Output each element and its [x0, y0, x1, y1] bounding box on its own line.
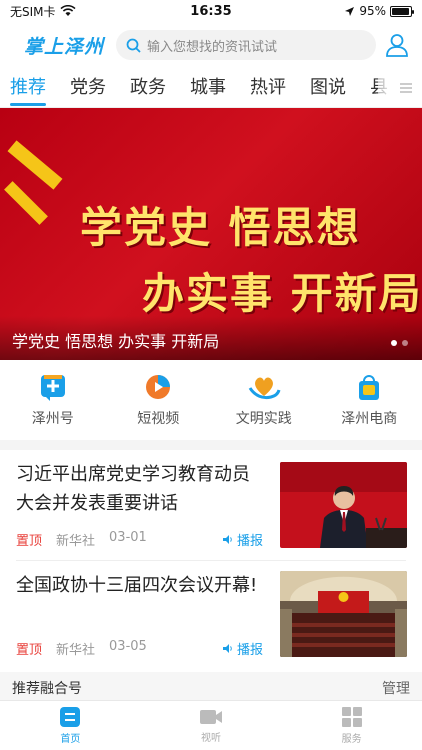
speaker-icon [223, 535, 232, 544]
nav-label: 首页 [60, 734, 81, 745]
grid-icon [341, 707, 362, 727]
quick-link-ecommerce[interactable]: 泽州电商 [317, 360, 422, 440]
banner-headline-2: 办实事 开新局 [142, 269, 422, 318]
quick-link-short-video[interactable]: 短视频 [106, 360, 212, 440]
tab-recommend[interactable]: 推荐 [10, 68, 46, 107]
listen-button[interactable]: 播报 [222, 639, 263, 658]
nav-services[interactable]: 服务 [281, 701, 422, 750]
news-source: 新华社 [56, 643, 96, 658]
tabs-more-button[interactable] [378, 68, 422, 107]
banner-caption: 学党史 悟思想 办实事 开新局 [0, 316, 422, 360]
news-date: 03-05 [109, 639, 147, 654]
carousel-dot-active [391, 340, 397, 346]
category-tabs: 推荐 党务 政务 城事 热评 图说 县 [0, 68, 422, 108]
news-thumbnail[interactable] [280, 462, 407, 548]
user-icon [386, 34, 408, 57]
tab-government[interactable]: 政务 [130, 68, 166, 107]
location-arrow-icon [345, 6, 355, 16]
app-header: 掌上泽州 输入您想找的资讯试试 [0, 22, 422, 68]
quick-link-zezhou-hao[interactable]: 泽州号 [0, 360, 106, 440]
news-title[interactable]: 习近平出席党史学习教育动员大会并发表重要讲话 [16, 460, 266, 518]
hammer-sickle-emblem [0, 138, 70, 225]
news-item[interactable]: 习近平出席党史学习教育动员大会并发表重要讲话 置顶 新华社 03-01 播报 [0, 450, 422, 560]
bottom-navigation: 首页 视听 服务 [0, 700, 422, 750]
nav-audiovisual[interactable]: 视听 [141, 701, 282, 750]
video-play-icon [146, 375, 171, 399]
search-placeholder: 输入您想找的资讯试试 [147, 39, 278, 55]
quick-links: 泽州号 短视频 文明实践 泽州电商 [0, 360, 422, 440]
listen-label: 播报 [237, 643, 264, 658]
status-bar: 无SIM卡 16:35 95% [0, 0, 422, 22]
camera-icon [200, 710, 222, 724]
section-title: 推荐融合号 [12, 681, 82, 697]
quick-link-label: 短视频 [137, 411, 180, 427]
status-time: 16:35 [190, 3, 232, 19]
banner-carousel[interactable]: 学党史 悟思想 办实事 开新局 学党史 悟思想 办实事 开新局 [0, 108, 422, 360]
tab-city[interactable]: 城事 [190, 68, 226, 107]
news-meta: 置顶 新华社 03-05 [16, 639, 147, 658]
listen-label: 播报 [237, 534, 264, 549]
tab-pictures[interactable]: 图说 [310, 68, 346, 107]
nav-home[interactable]: 首页 [0, 701, 141, 750]
carrier-label: 无SIM卡 [10, 4, 56, 19]
news-item[interactable]: 全国政协十三届四次会议开幕! 置顶 新华社 03-05 播报 [0, 561, 422, 671]
plus-badge-icon [40, 375, 65, 401]
news-meta: 置顶 新华社 03-01 [16, 530, 147, 549]
menu-lines-icon [400, 83, 412, 93]
carousel-indicator [391, 340, 408, 346]
tab-party-affairs[interactable]: 党务 [70, 68, 106, 107]
battery-percent: 95% [359, 4, 386, 18]
quick-link-label: 泽州电商 [341, 411, 398, 427]
quick-link-label: 泽州号 [31, 411, 74, 427]
nav-label: 服务 [341, 734, 362, 745]
pinned-badge: 置顶 [16, 643, 43, 658]
tab-hot-comments[interactable]: 热评 [250, 68, 286, 107]
user-profile-button[interactable] [382, 30, 412, 60]
heart-hands-icon [248, 377, 281, 400]
nav-label: 视听 [201, 733, 221, 744]
carousel-dot [402, 340, 408, 346]
shopping-bag-icon [359, 375, 380, 400]
speaker-icon [223, 644, 232, 653]
news-thumbnail[interactable] [280, 571, 407, 657]
search-bar[interactable]: 输入您想找的资讯试试 [116, 30, 376, 60]
app-logo: 掌上泽州 [24, 35, 105, 58]
search-icon [126, 38, 141, 53]
news-date: 03-01 [109, 530, 147, 545]
manage-button[interactable]: 管理 [382, 678, 410, 698]
pinned-badge: 置顶 [16, 534, 43, 549]
news-source: 新华社 [56, 534, 96, 549]
battery-icon [390, 5, 414, 17]
home-icon [60, 707, 81, 727]
listen-button[interactable]: 播报 [222, 530, 263, 549]
quick-link-civilization[interactable]: 文明实践 [211, 360, 317, 440]
banner-headline-1: 学党史 悟思想 [80, 203, 361, 252]
wifi-icon [59, 5, 76, 16]
quick-link-label: 文明实践 [235, 411, 292, 427]
news-title[interactable]: 全国政协十三届四次会议开幕! [16, 571, 266, 600]
section-divider [0, 440, 422, 450]
